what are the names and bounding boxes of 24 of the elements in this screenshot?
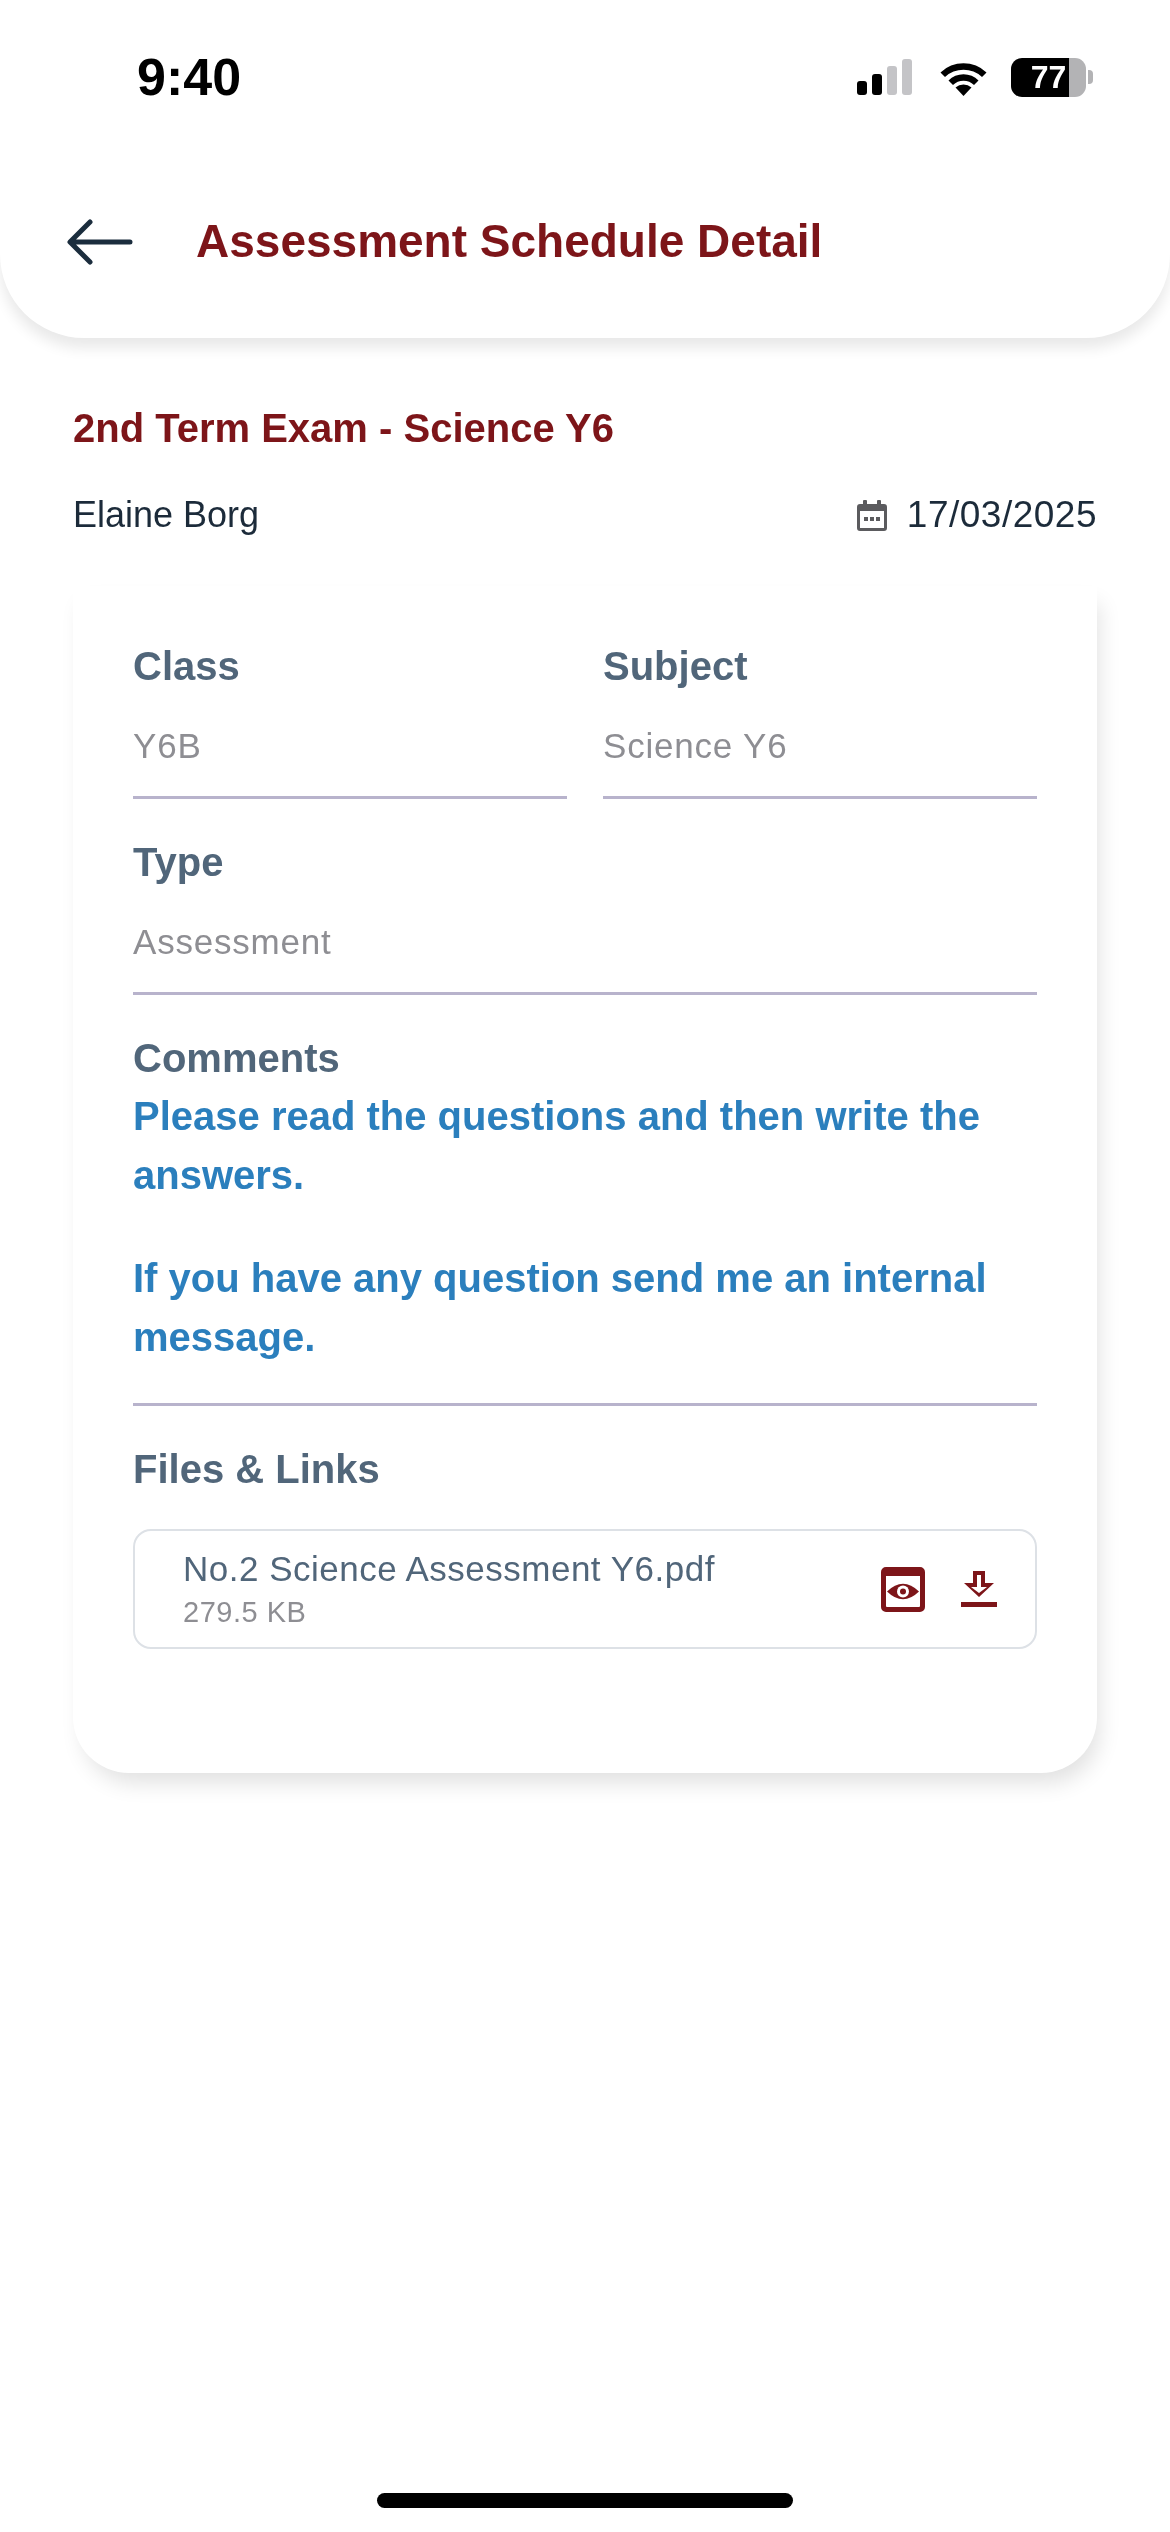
- preview-icon[interactable]: [881, 1566, 925, 1612]
- field-label: Class: [133, 643, 241, 689]
- read-only-field: Science Y6: [603, 710, 1037, 799]
- battery-cap-icon: [1088, 70, 1093, 84]
- comment-paragraph: Please read the questions and then write the answers.: [133, 1093, 981, 1199]
- field-label: Subject: [603, 643, 749, 689]
- status-time: 9:40: [137, 51, 242, 103]
- back-arrow-icon[interactable]: [66, 219, 133, 265]
- battery-level: 77: [1011, 57, 1086, 97]
- file-size: 279.5 KB: [183, 1595, 307, 1630]
- due-date: 17/03/2025: [906, 494, 1097, 536]
- file-name: No.2 Science Assessment Y6.pdf: [183, 1548, 715, 1590]
- page-title: Assessment Schedule Detail: [196, 214, 823, 270]
- exam-title: 2nd Term Exam - Science Y6: [73, 405, 615, 452]
- read-only-field: Assessment: [133, 906, 1037, 995]
- comment-paragraph: If you have any question send me an internal message.: [133, 1255, 988, 1361]
- download-icon[interactable]: [961, 1571, 997, 1607]
- calendar-icon: [856, 499, 887, 531]
- field-label: Type: [133, 839, 225, 885]
- comments-label: Comments: [133, 1035, 341, 1081]
- teacher-name: Elaine Borg: [73, 494, 260, 536]
- signal-icon: [857, 59, 914, 95]
- files-label: Files & Links: [133, 1446, 381, 1492]
- read-only-field: Y6B: [133, 710, 567, 799]
